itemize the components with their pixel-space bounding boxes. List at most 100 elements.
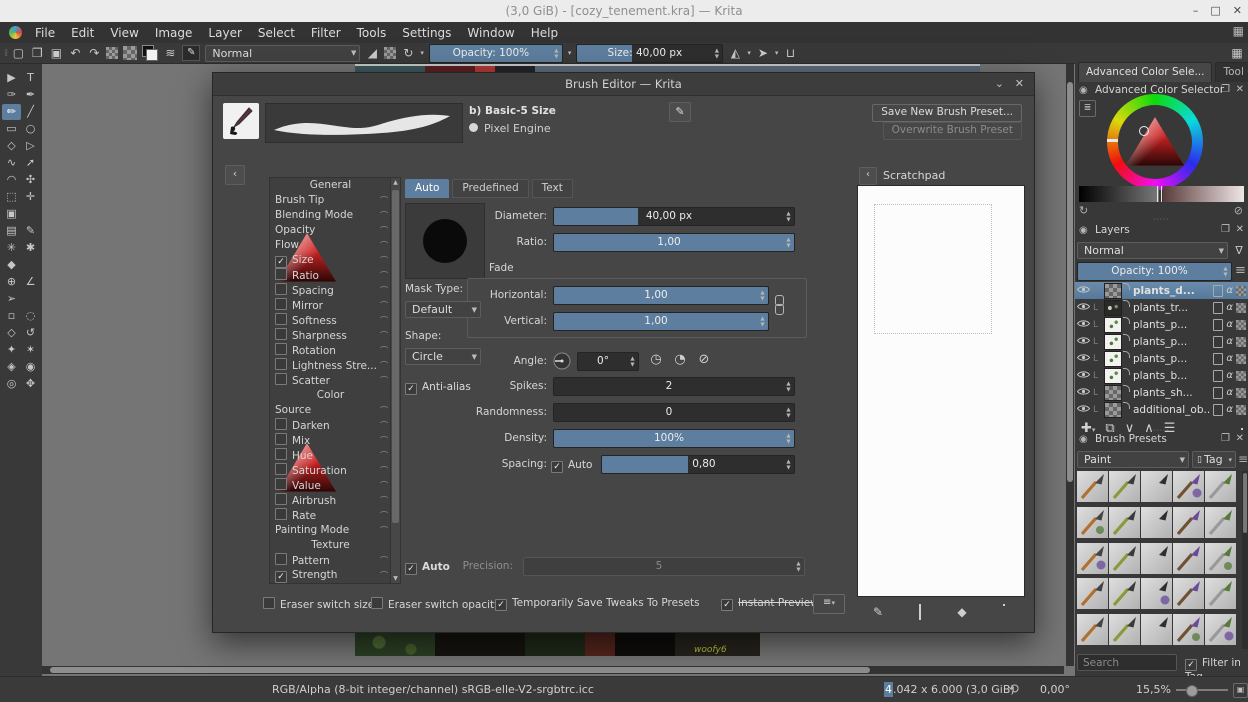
layer-opacity-slider[interactable]: Opacity: 100% ▲ ▼ — [1077, 262, 1232, 281]
docker-toggle-icon[interactable]: ▦ — [1233, 24, 1244, 38]
menu-settings[interactable]: Settings — [394, 26, 459, 40]
chevron-down-icon[interactable]: ▾ — [420, 49, 424, 57]
layer-row[interactable]: Lplants_p... α — [1075, 316, 1248, 333]
brush-preset-thumbnail[interactable] — [1141, 506, 1172, 538]
save-document-icon[interactable]: ▣ — [49, 44, 63, 62]
undo-icon[interactable]: ↶ — [68, 44, 82, 62]
angle-disable-icon[interactable]: ⊘ — [695, 351, 713, 369]
lock-icon[interactable] — [1213, 335, 1224, 348]
zoom-slider[interactable] — [1176, 685, 1228, 697]
angle-timer-icon[interactable]: ◷ — [647, 351, 665, 369]
layer-thumbnail[interactable] — [1104, 384, 1122, 401]
inherit-alpha-icon[interactable] — [1236, 370, 1246, 381]
presets-scrollbar[interactable] — [1242, 471, 1248, 649]
line-tool-icon[interactable]: ╱ — [21, 104, 40, 120]
multibrush-tool-icon[interactable]: ✣ — [21, 172, 40, 188]
brush-editor-toggle-icon[interactable]: ✎ — [182, 45, 201, 61]
zoom-tool-icon[interactable]: ◎ — [2, 376, 21, 392]
brush-preset-thumbnail[interactable] — [1109, 471, 1140, 502]
layer-row[interactable]: Lplants_sh... α — [1075, 384, 1248, 401]
brush-preset-thumbnail[interactable] — [1077, 506, 1108, 538]
option-hue[interactable]: Hue ⌒ — [270, 448, 400, 463]
spikes-spin[interactable]: ▲ ▼ — [784, 379, 793, 394]
brush-preset-thumbnail[interactable] — [1173, 471, 1204, 502]
option-texture[interactable]: ▼Texture — [270, 538, 400, 553]
brush-preset-thumbnail[interactable] — [1077, 542, 1108, 574]
text-tool-icon[interactable]: T — [21, 70, 40, 86]
option-saturation[interactable]: Saturation ⌒ — [270, 463, 400, 478]
angle-quarter-icon[interactable]: ◔ — [671, 351, 689, 369]
scratchpad-paint-icon[interactable]: ✎ — [870, 604, 886, 620]
brush-preset-thumbnail[interactable] — [1141, 542, 1172, 574]
layers-menu-icon[interactable]: ≡ — [1235, 263, 1246, 278]
close-icon[interactable]: ✕ — [1015, 73, 1024, 95]
bezier-select-tool-icon[interactable]: ◈ — [2, 359, 21, 375]
menu-window[interactable]: Window — [459, 26, 522, 40]
layer-row[interactable]: Lplants_p... α — [1075, 350, 1248, 367]
menu-filter[interactable]: Filter — [303, 26, 349, 40]
zoom-slider-handle[interactable] — [1186, 685, 1198, 697]
spikes-slider[interactable]: 2 ▲ ▼ — [553, 377, 795, 396]
ratio-spin[interactable]: ▲ ▼ — [784, 235, 793, 250]
option-value[interactable]: Value ⌒ — [270, 478, 400, 493]
rect-select-tool-icon[interactable]: ▫ — [2, 308, 21, 324]
ellipse-select-tool-icon[interactable]: ◌ — [21, 308, 40, 324]
layer-thumbnail[interactable] — [1104, 350, 1122, 367]
inherit-alpha-icon[interactable] — [1236, 387, 1246, 398]
disable-icon[interactable]: ⊘ — [1234, 204, 1243, 217]
option-sharpness[interactable]: Sharpness ⌒ — [270, 328, 400, 343]
horizontal-fade-slider[interactable]: 1,00 ▲ ▼ — [553, 286, 769, 305]
visibility-icon[interactable] — [1076, 386, 1091, 399]
layer-name[interactable]: plants_b... — [1133, 370, 1210, 382]
layer-thumbnail[interactable] — [1104, 401, 1122, 418]
layer-thumbnail[interactable] — [1104, 299, 1122, 316]
angle-spin[interactable]: ▲ ▼ — [628, 354, 637, 369]
layer-name[interactable]: additional_ob... — [1133, 404, 1210, 416]
layer-row[interactable]: Lplants_b... α — [1075, 367, 1248, 384]
acs-settings-button[interactable]: ≣ — [1079, 100, 1096, 117]
option-blending-mode[interactable]: Blending Mode ⌒ — [270, 208, 400, 223]
layer-opacity-spin[interactable]: ▲ ▼ — [1221, 264, 1230, 279]
menu-tools[interactable]: Tools — [349, 26, 395, 40]
pan-tool-icon[interactable]: ✥ — [21, 376, 40, 392]
option-strength[interactable]: Strength⌒ — [270, 568, 400, 583]
option-painting-mode[interactable]: Painting Mode ⌒ — [270, 523, 400, 538]
rename-preset-button[interactable]: ✎ — [669, 102, 691, 122]
alpha-lock-icon[interactable]: α — [1226, 370, 1233, 381]
inherit-alpha-icon[interactable] — [1236, 319, 1246, 330]
diameter-spin[interactable]: ▲ ▼ — [784, 209, 793, 224]
float-icon[interactable]: ❐ — [1221, 224, 1230, 235]
brush-preset-thumbnail[interactable] — [1141, 614, 1172, 646]
option-source[interactable]: Source ⌒ — [270, 403, 400, 418]
scratchpad-canvas[interactable] — [857, 185, 1025, 597]
crop-tool-icon[interactable]: ▣ — [2, 206, 21, 222]
option-softness[interactable]: Softness ⌒ — [270, 313, 400, 328]
brush-preset-thumbnail[interactable] — [1173, 578, 1204, 610]
shade-bar-tint[interactable] — [1163, 186, 1244, 202]
menu-edit[interactable]: Edit — [63, 26, 102, 40]
dynamic-brush-tool-icon[interactable]: ◠ — [2, 172, 21, 188]
menu-image[interactable]: Image — [147, 26, 201, 40]
density-spin[interactable]: ▲ ▼ — [784, 431, 793, 446]
brush-preset-thumbnail[interactable] — [1077, 471, 1108, 502]
save-tweaks-checkbox[interactable]: Temporarily Save Tweaks To Presets — [495, 597, 700, 611]
alpha-lock-icon[interactable]: α — [1226, 319, 1233, 330]
brush-preset-thumbnail[interactable] — [1205, 578, 1236, 610]
close-icon[interactable]: ✕ — [1236, 84, 1244, 95]
edit-shapes-tool-icon[interactable]: ✑ — [2, 87, 21, 103]
scratchpad-fill-icon[interactable]: ◆ — [954, 604, 970, 620]
option-opacity[interactable]: Opacity ⌒ — [270, 223, 400, 238]
rectangle-tool-icon[interactable]: ▭ — [2, 121, 21, 137]
size-spin[interactable]: ▲ ▼ — [712, 46, 721, 61]
brush-preset-thumbnail[interactable] — [1109, 506, 1140, 538]
option-size[interactable]: Size⌒ — [270, 253, 400, 268]
options-scrollbar-thumb[interactable] — [392, 190, 399, 523]
option-rate[interactable]: Rate ⌒ — [270, 508, 400, 523]
instant-preview-checkbox[interactable]: Instant Preview — [721, 597, 819, 611]
collapse-options-button[interactable]: ‹ — [225, 165, 245, 185]
chevron-down-icon[interactable]: ▾ — [747, 49, 751, 57]
inherit-alpha-icon[interactable] — [1236, 404, 1246, 415]
fill-tool-icon[interactable]: ◆ — [2, 257, 21, 273]
lock-icon[interactable] — [1213, 284, 1224, 297]
overwrite-preset-button[interactable]: Overwrite Brush Preset — [882, 122, 1022, 140]
